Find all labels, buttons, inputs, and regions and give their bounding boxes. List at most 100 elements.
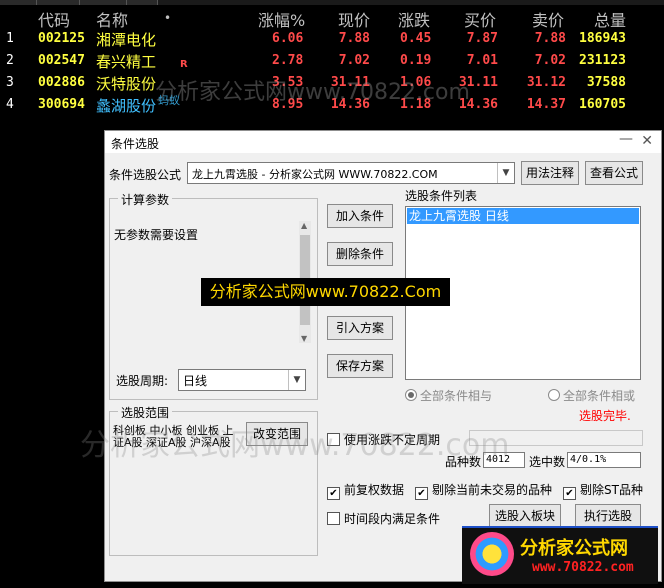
dialog-titlebar[interactable]: 条件选股 — ✕ [105,131,661,153]
row-index: 4 [6,97,14,112]
time-range-checkbox[interactable]: 时间段内满足条件 [327,510,440,527]
flower-logo-icon [470,532,514,576]
range-text: 科创板 中小板 创业板 上证A股 深证A股 沪深A股 [113,424,234,449]
delete-condition-button[interactable]: 删除条件 [327,242,393,266]
prefq-checkbox[interactable]: ✔ 前复权数据 [327,481,404,500]
chevron-down-icon[interactable]: ▼ [497,163,514,183]
execute-button[interactable]: 执行选股 [575,504,641,528]
volume: 186943 [579,31,626,46]
stock-name: 湘潭电化 [96,31,157,49]
uncertain-period-checkbox[interactable]: 使用涨跌不定周期 [327,431,440,448]
top-tab-strip [0,0,664,5]
top-tab-2[interactable] [37,0,80,5]
logo-title: 分析家公式网 [520,538,628,559]
header-ask[interactable]: 卖价 [532,7,564,30]
radio-dot-icon[interactable] [548,389,560,401]
selected-field: 4/0.1% [567,452,641,468]
change-pct: 2.78 [272,53,304,68]
selected-label: 选中数 [529,455,566,469]
period-label: 选股周期: [116,374,169,388]
time-range-label: 时间段内满足条件 [344,512,441,526]
exclude-st-checkbox[interactable]: ✔ 剔除ST品种 [563,481,643,500]
checkmark-icon[interactable]: ✔ [327,487,340,500]
table-row[interactable]: 2 002547 春兴精工 R 2.78 7.02 0.19 7.01 7.02… [0,51,664,73]
usage-button[interactable]: 用法注释 [521,161,579,185]
stock-name: 蠡湖股份 [96,97,157,115]
change: 0.19 [400,53,432,68]
view-formula-button[interactable]: 查看公式 [585,161,643,185]
period-select[interactable]: 日线 ▼ [178,369,306,391]
checkbox-box[interactable] [327,512,340,525]
change-pct: 3.53 [272,75,304,90]
to-block-button[interactable]: 选股入板块 [489,504,561,528]
header-code[interactable]: 代码 [38,7,70,30]
bid: 31.11 [458,75,498,90]
ask: 7.02 [534,53,566,68]
scroll-up-icon[interactable]: ▲ [301,221,307,230]
period-value: 日线 [183,374,208,388]
scroll-down-icon[interactable]: ▼ [301,334,307,343]
checkmark-icon[interactable]: ✔ [563,487,576,500]
table-row[interactable]: 3 002886 沃特股份 3.53 31.11 1.06 31.11 31.1… [0,73,664,95]
header-name[interactable]: 名称 [96,7,128,30]
formula-select[interactable]: 龙上九霄选股 - 分析家公式网 WWW.70822.COM ▼ [187,162,515,184]
header-volume[interactable]: 总量 [594,7,626,30]
radio-all-and-label: 全部条件相与 [420,389,493,403]
checkbox-box[interactable] [327,433,340,446]
header-change[interactable]: 涨跌 [398,7,430,30]
change: 1.06 [400,75,432,90]
top-tab-3[interactable] [80,0,127,5]
add-condition-button[interactable]: 加入条件 [327,204,393,228]
minimize-icon[interactable]: — [619,131,633,147]
header-price[interactable]: 现价 [338,7,370,30]
volume: 160705 [579,97,626,112]
ask: 7.88 [534,31,566,46]
ask: 31.12 [526,75,566,90]
formula-value: 龙上九霄选股 - 分析家公式网 WWW.70822.COM [192,168,438,181]
condition-select-dialog: 条件选股 — ✕ 条件选股公式 龙上九霄选股 - 分析家公式网 WWW.7082… [104,130,662,582]
row-index: 3 [6,75,14,90]
count-label: 品种数 [445,455,482,469]
header-bid[interactable]: 买价 [464,7,496,30]
stock-name: 春兴精工 [96,53,157,71]
table-row[interactable]: 4 300694 蠡湖股份 8.95 14.36 1.18 14.36 14.3… [0,95,664,117]
stock-code: 002886 [38,75,85,90]
table-row[interactable]: 1 002125 湘潭电化 6.06 7.88 0.45 7.87 7.88 1… [0,29,664,51]
condition-list-label: 选股条件列表 [405,189,478,203]
stock-code: 002125 [38,31,85,46]
site-logo: 分析家公式网 www.70822.com [462,526,658,584]
exclude-nontrade-checkbox[interactable]: ✔ 剔除当前未交易的品种 [415,481,552,500]
top-tab-1[interactable] [0,0,37,5]
top-tab-4[interactable] [127,0,158,5]
price: 7.88 [338,31,370,46]
logo-url: www.70822.com [532,560,634,575]
range-group-label: 选股范围 [118,404,173,421]
change-range-button[interactable]: 改变范围 [246,422,308,446]
uncertain-period-label: 使用涨跌不定周期 [344,433,441,447]
bid: 7.01 [466,53,498,68]
radio-all-or[interactable]: 全部条件相或 [548,387,635,404]
uncertain-period-field[interactable] [469,430,643,446]
row-index: 1 [6,31,14,46]
list-item[interactable]: 龙上九霄选股 日线 [407,208,639,224]
dialog-title: 条件选股 [111,137,160,151]
header-change-pct[interactable]: 涨幅% [258,7,305,30]
change: 1.18 [400,97,432,112]
range-group: 选股范围 科创板 中小板 创业板 上证A股 深证A股 沪深A股 改变范围 [109,404,318,556]
checkmark-icon[interactable]: ✔ [415,487,428,500]
volume: 231123 [579,53,626,68]
radio-dot-icon[interactable] [405,389,417,401]
close-icon[interactable]: ✕ [641,133,653,149]
save-scheme-button[interactable]: 保存方案 [327,354,393,378]
exclude-st-label: 剔除ST品种 [580,483,643,497]
formula-label: 条件选股公式 [109,168,182,182]
stock-code: 002547 [38,53,85,68]
site-banner: 分析家公式网www.70822.Com [201,278,450,306]
price: 31.11 [330,75,370,90]
import-scheme-button[interactable]: 引入方案 [327,316,393,340]
change-pct: 8.95 [272,97,304,112]
chevron-down-icon[interactable]: ▼ [288,370,305,390]
stock-code: 300694 [38,97,85,112]
price: 14.36 [330,97,370,112]
radio-all-and[interactable]: 全部条件相与 [405,387,492,404]
